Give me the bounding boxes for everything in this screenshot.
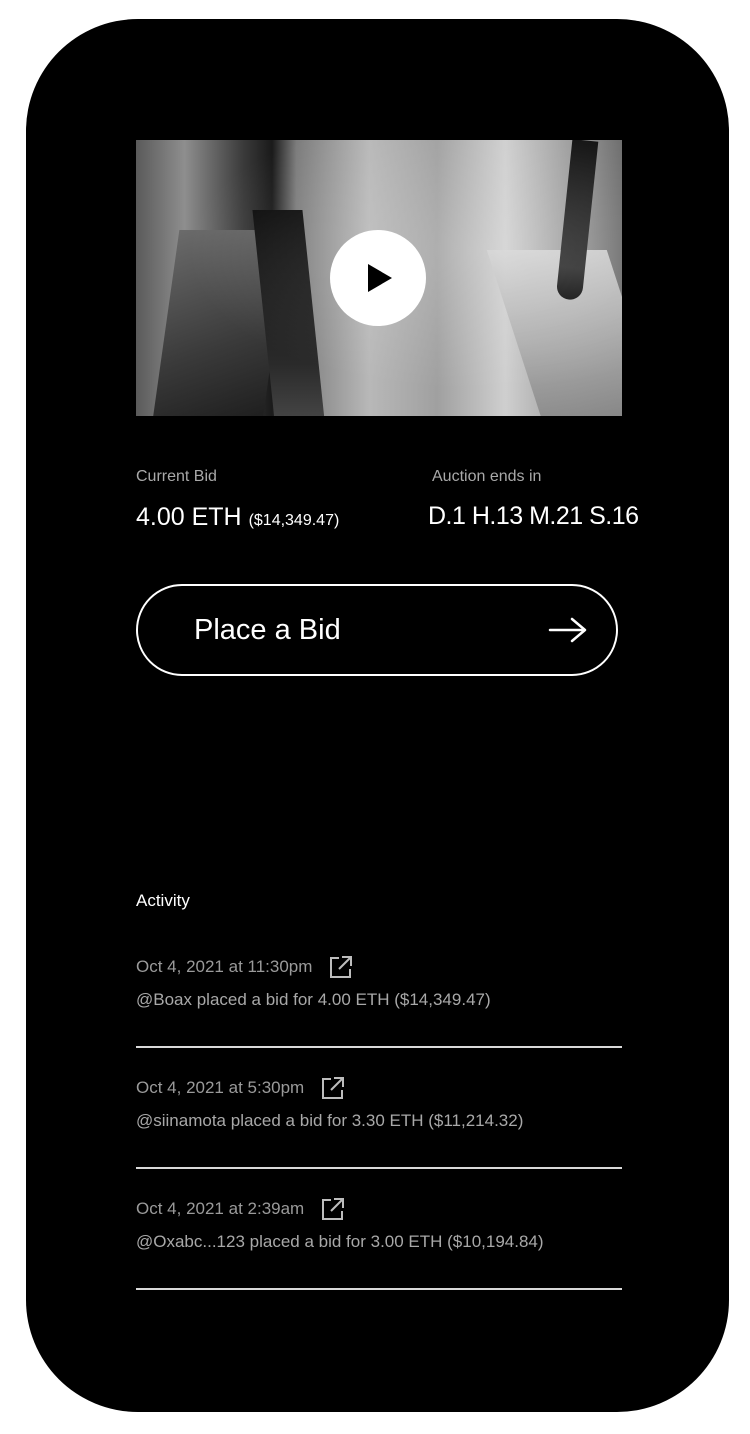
activity-date: Oct 4, 2021 at 5:30pm <box>136 1078 305 1097</box>
place-bid-button[interactable]: Place a Bid <box>136 584 618 676</box>
play-icon <box>368 264 392 292</box>
external-link-icon[interactable] <box>328 954 354 980</box>
activity-date: Oct 4, 2021 at 11:30pm <box>136 957 313 976</box>
phone-frame: Current Bid 4.00 ETH ($14,349.47) Auctio… <box>26 19 729 1412</box>
place-bid-label: Place a Bid <box>194 613 341 646</box>
current-bid-value: 4.00 ETH ($14,349.47) <box>136 503 339 532</box>
activity-item: Oct 4, 2021 at 2:39am @Oxabc...123 place… <box>136 1196 622 1290</box>
activity-item: Oct 4, 2021 at 11:30pm @Boax placed a bi… <box>136 954 622 1048</box>
play-button[interactable] <box>330 230 426 326</box>
activity-description: @Oxabc...123 placed a bid for 3.00 ETH (… <box>136 1232 544 1251</box>
activity-description: @Boax placed a bid for 4.00 ETH ($14,349… <box>136 990 491 1009</box>
auction-ends-label: Auction ends in <box>432 468 542 485</box>
video-thumbnail[interactable] <box>136 140 622 416</box>
activity-title: Activity <box>136 891 190 910</box>
activity-date: Oct 4, 2021 at 2:39am <box>136 1199 305 1218</box>
external-link-icon[interactable] <box>320 1075 346 1101</box>
activity-description: @siinamota placed a bid for 3.30 ETH ($1… <box>136 1111 524 1130</box>
current-bid-label: Current Bid <box>136 468 217 485</box>
current-bid-usd: ($14,349.47) <box>248 512 340 529</box>
activity-date-row: Oct 4, 2021 at 5:30pm <box>136 1075 622 1101</box>
current-bid-amount: 4.00 ETH <box>136 503 242 531</box>
external-link-icon[interactable] <box>320 1196 346 1222</box>
auction-countdown: D.1 H.13 M.21 S.16 <box>428 502 639 530</box>
activity-date-row: Oct 4, 2021 at 11:30pm <box>136 954 622 980</box>
activity-item: Oct 4, 2021 at 5:30pm @siinamota placed … <box>136 1075 622 1169</box>
arrow-right-icon <box>548 616 588 644</box>
activity-date-row: Oct 4, 2021 at 2:39am <box>136 1196 622 1222</box>
